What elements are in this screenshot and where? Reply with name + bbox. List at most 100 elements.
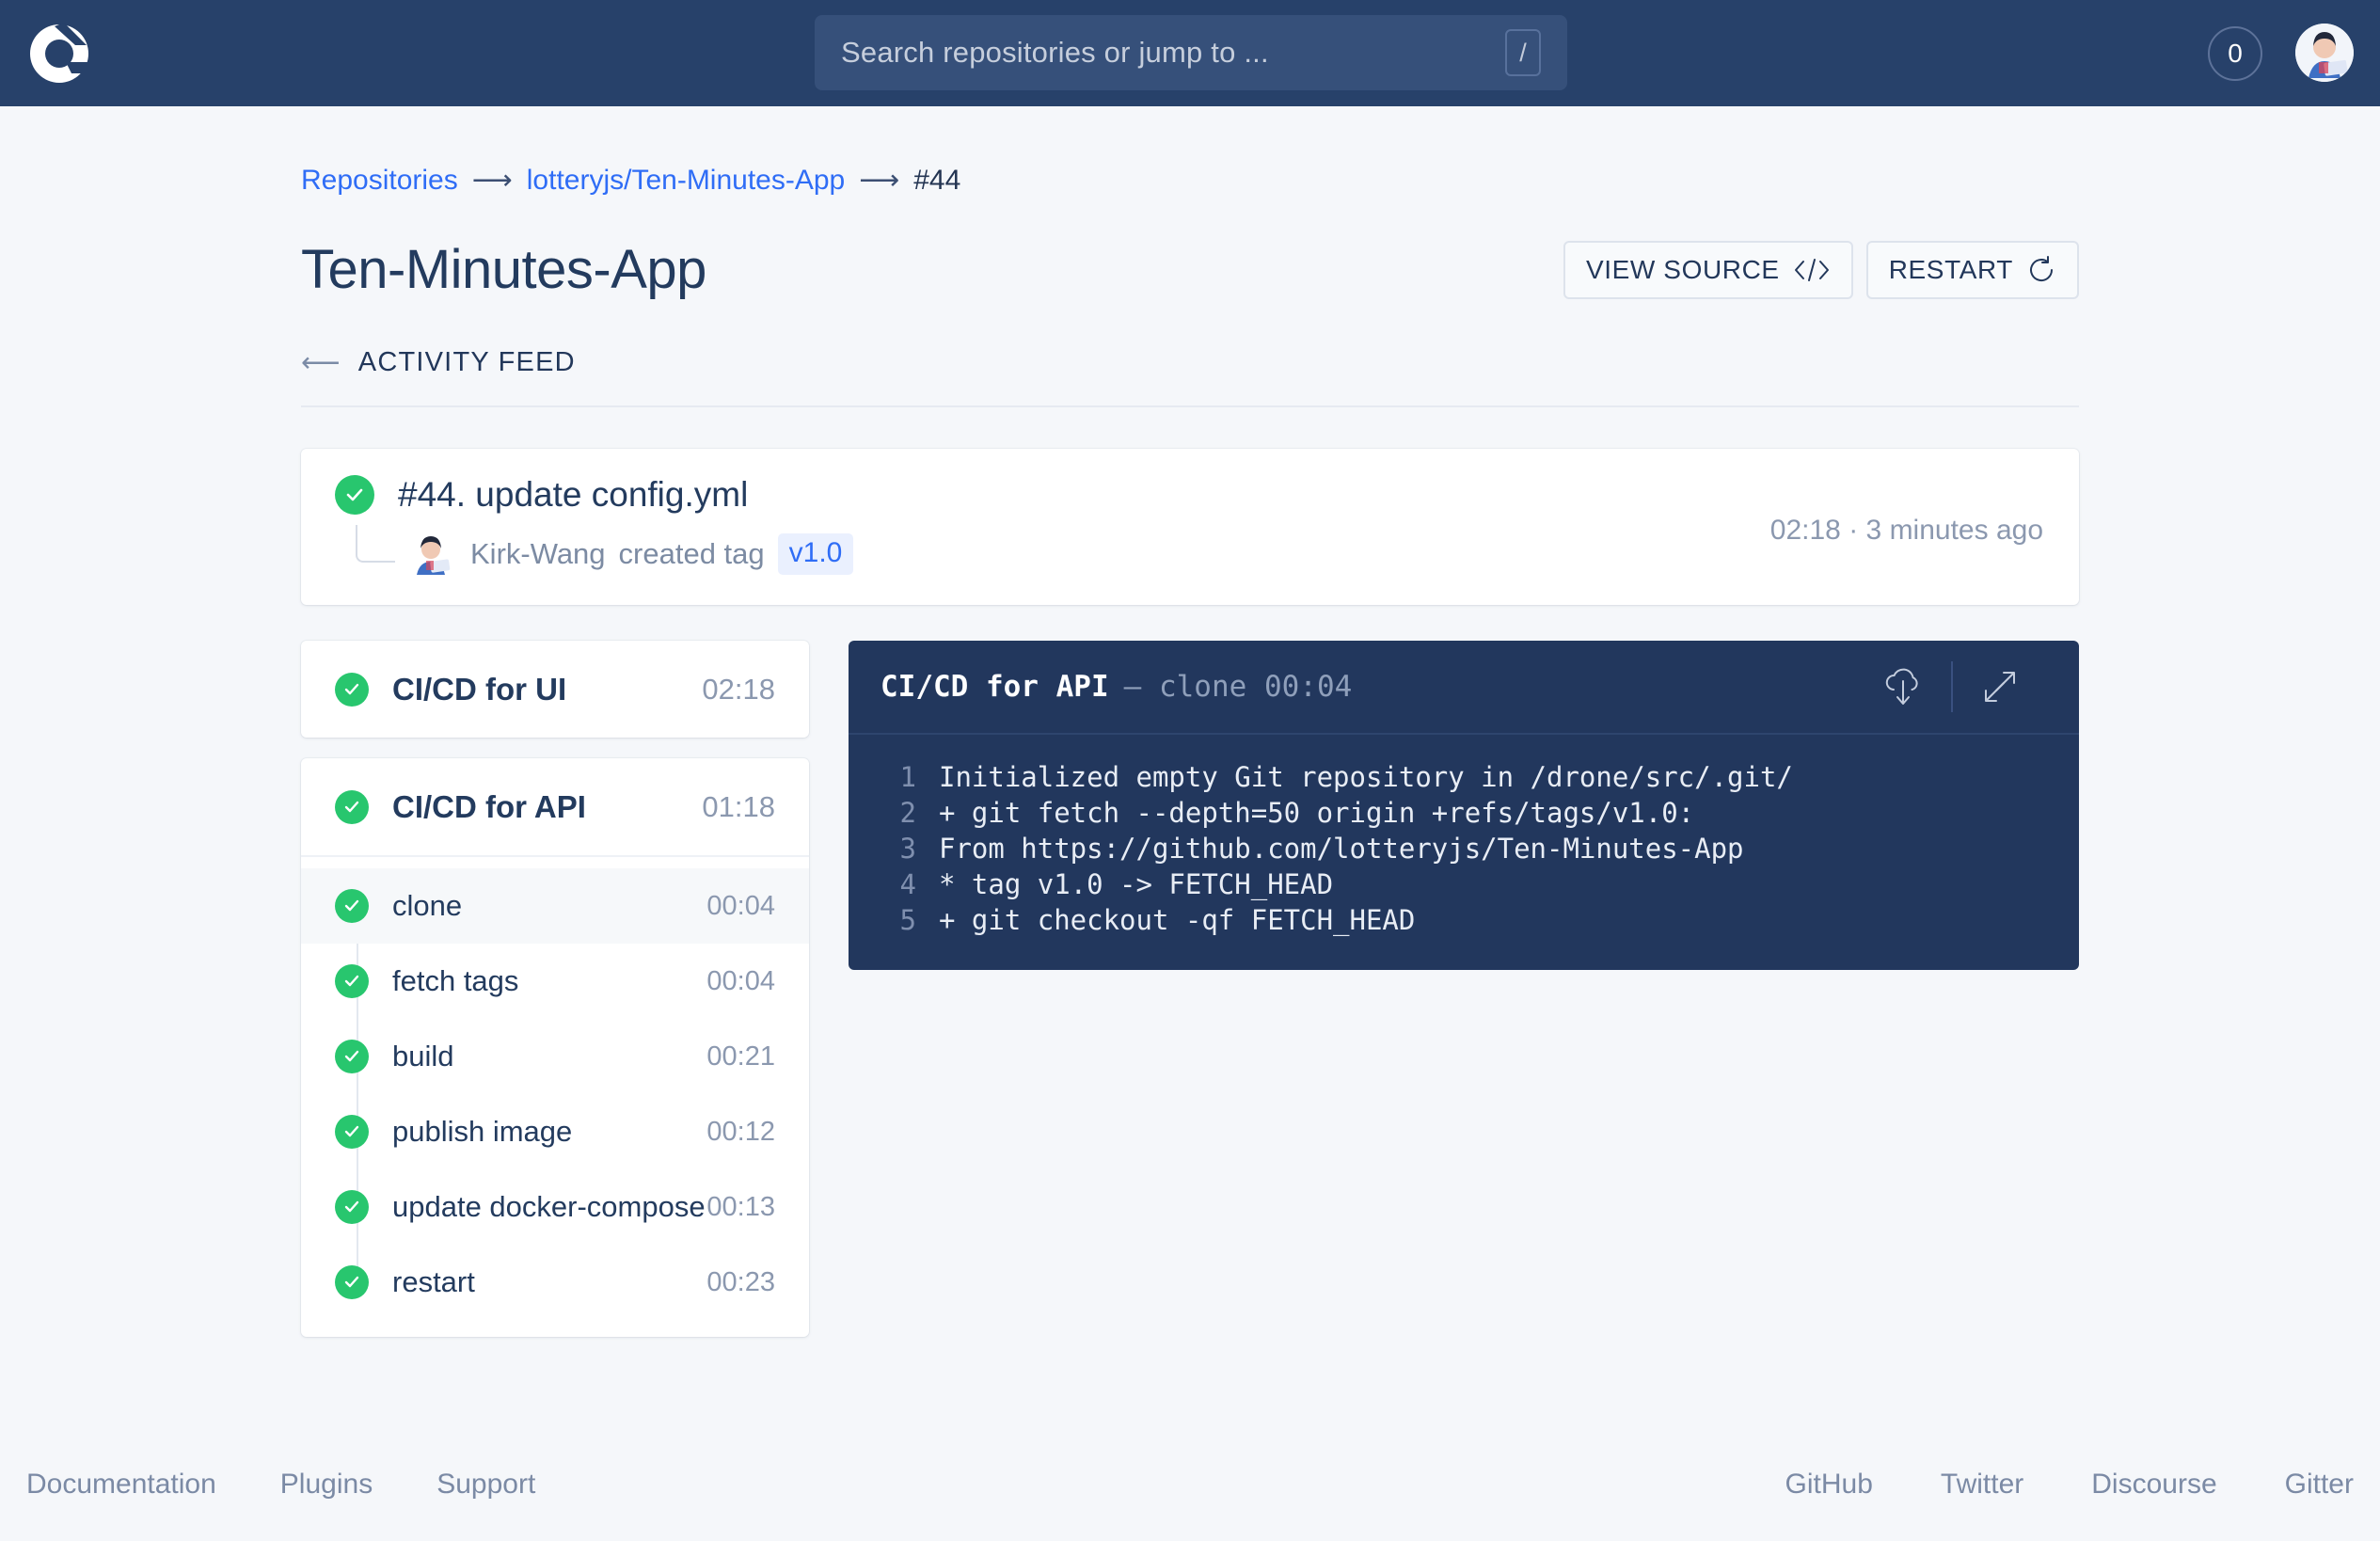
build-status-success-icon: [335, 475, 374, 515]
page-footer: Documentation Plugins Support GitHub Twi…: [0, 1428, 2380, 1541]
view-source-button[interactable]: VIEW SOURCE: [1563, 241, 1853, 299]
build-tag-badge[interactable]: v1.0: [778, 533, 854, 575]
step-row-build[interactable]: build 00:21: [301, 1019, 809, 1094]
build-duration: 02:18: [1770, 515, 1841, 546]
step-row-publish-image[interactable]: publish image 00:12: [301, 1094, 809, 1169]
log-line: 5 + git checkout -qf FETCH_HEAD: [849, 904, 2079, 940]
build-summary-head: #44. update config.yml: [335, 475, 2045, 515]
notification-count-badge[interactable]: 0: [2208, 26, 2262, 81]
breadcrumb-separator-icon-2: ⟶: [859, 167, 899, 195]
breadcrumb-build-number: #44: [913, 165, 960, 197]
breadcrumb: Repositories ⟶ lotteryjs/Ten-Minutes-App…: [301, 165, 2079, 197]
log-line-text: * tag v1.0 -> FETCH_HEAD: [939, 868, 1333, 900]
step-list: clone 00:04 fetch tags 00:04: [301, 855, 809, 1337]
log-line-number: 3: [881, 833, 916, 865]
log-line-text: From https://github.com/lotteryjs/Ten-Mi…: [939, 833, 1744, 865]
stage-status-success-icon-2: [335, 790, 369, 824]
build-author-name: Kirk-Wang: [470, 537, 606, 571]
footer-link-gitter[interactable]: Gitter: [2285, 1469, 2354, 1501]
breadcrumb-repositories[interactable]: Repositories: [301, 165, 458, 197]
build-time-separator: ·: [1848, 515, 1858, 546]
footer-link-github[interactable]: GitHub: [1785, 1469, 1873, 1501]
build-action-text: created tag: [619, 537, 765, 571]
drone-logo-icon[interactable]: [26, 21, 92, 87]
footer-left-links: Documentation Plugins Support: [26, 1469, 599, 1501]
stage-row-1[interactable]: CI/CD for API 01:18: [301, 758, 809, 855]
step-name-5: restart: [392, 1265, 706, 1299]
log-panel: CI/CD for API – clone 00:04: [849, 641, 2079, 970]
step-row-update-docker-compose[interactable]: update docker-compose 00:13: [301, 1169, 809, 1245]
footer-link-documentation[interactable]: Documentation: [26, 1469, 216, 1501]
activity-feed-label: ACTIVITY FEED: [358, 347, 576, 378]
build-timestamp: 02:18 · 3 minutes ago: [1770, 515, 2043, 547]
stage-status-success-icon: [335, 673, 369, 707]
stage-time-0: 02:18: [702, 673, 775, 707]
stage-card-with-steps[interactable]: CI/CD for API 01:18 clone: [301, 758, 809, 1337]
build-author-text: Kirk-Wang created tag v1.0: [470, 533, 853, 575]
log-line: 3 From https://github.com/lotteryjs/Ten-…: [849, 833, 2079, 868]
drone-build-page: / 0 Repositories ⟶ lotteryjs/Ten-Minutes…: [0, 0, 2380, 1541]
stage-name-1: CI/CD for API: [392, 789, 702, 825]
log-output[interactable]: 1 Initialized empty Git repository in /d…: [849, 735, 2079, 970]
activity-feed-link[interactable]: ⟵ ACTIVITY FEED: [301, 346, 576, 379]
author-avatar: [408, 532, 453, 577]
page-actions: VIEW SOURCE RESTART: [1563, 241, 2079, 299]
log-line-text: + git checkout -qf FETCH_HEAD: [939, 904, 1415, 936]
log-line-number: 2: [881, 797, 916, 829]
step-time-1: 00:04: [706, 966, 775, 997]
step-status-success-icon-2: [335, 1040, 369, 1073]
restart-label: RESTART: [1889, 255, 2013, 285]
footer-link-twitter[interactable]: Twitter: [1941, 1469, 2023, 1501]
step-row-clone[interactable]: clone 00:04: [301, 868, 809, 944]
stage-name-0: CI/CD for UI: [392, 672, 702, 707]
step-name-0: clone: [392, 889, 706, 923]
build-summary-card[interactable]: #44. update config.yml K: [301, 449, 2079, 605]
step-time-0: 00:04: [706, 891, 775, 922]
user-avatar[interactable]: [2295, 24, 2354, 82]
restart-button[interactable]: RESTART: [1866, 241, 2079, 299]
step-name-4: update docker-compose: [392, 1190, 706, 1224]
search-bar[interactable]: /: [815, 15, 1567, 90]
footer-link-plugins[interactable]: Plugins: [280, 1469, 373, 1501]
step-status-success-icon-5: [335, 1265, 369, 1299]
log-line-text: + git fetch --depth=50 origin +refs/tags…: [939, 797, 1694, 829]
step-status-success-icon-4: [335, 1190, 369, 1224]
step-name-3: publish image: [392, 1115, 706, 1149]
page-header: Ten-Minutes-App VIEW SOURCE: [301, 238, 2079, 301]
cloud-download-icon[interactable]: [1855, 665, 1951, 708]
step-time-2: 00:21: [706, 1041, 775, 1072]
log-panel-header: CI/CD for API – clone 00:04: [849, 641, 2079, 735]
step-time-3: 00:12: [706, 1117, 775, 1148]
step-status-success-icon-0: [335, 889, 369, 923]
footer-link-support[interactable]: Support: [436, 1469, 535, 1501]
step-status-success-icon-1: [335, 964, 369, 998]
footer-link-discourse[interactable]: Discourse: [2091, 1469, 2216, 1501]
build-detail-area: CI/CD for UI 02:18 CI/CD for: [301, 641, 2079, 1358]
back-arrow-icon: ⟵: [301, 346, 341, 379]
build-relative-time: 3 minutes ago: [1866, 515, 2043, 546]
page-title: Ten-Minutes-App: [301, 238, 706, 301]
step-row-fetch-tags[interactable]: fetch tags 00:04: [301, 944, 809, 1019]
log-line-number: 1: [881, 761, 916, 793]
header-divider: [301, 405, 2079, 407]
expand-icon[interactable]: [1953, 668, 2047, 706]
breadcrumb-repo[interactable]: lotteryjs/Ten-Minutes-App: [527, 165, 845, 197]
step-time-4: 00:13: [706, 1192, 775, 1223]
view-source-label: VIEW SOURCE: [1586, 255, 1780, 285]
step-row-restart[interactable]: restart 00:23: [301, 1245, 809, 1320]
breadcrumb-separator-icon: ⟶: [472, 167, 513, 195]
step-name-1: fetch tags: [392, 964, 706, 998]
tree-connector-icon: [356, 525, 395, 563]
stage-row-0[interactable]: CI/CD for UI 02:18: [301, 641, 809, 738]
log-line: 4 * tag v1.0 -> FETCH_HEAD: [849, 868, 2079, 904]
main-content: Repositories ⟶ lotteryjs/Ten-Minutes-App…: [0, 106, 2380, 1541]
code-brackets-icon: [1793, 257, 1831, 283]
log-line: 1 Initialized empty Git repository in /d…: [849, 761, 2079, 797]
step-status-success-icon-3: [335, 1115, 369, 1149]
log-line-text: Initialized empty Git repository in /dro…: [939, 761, 1793, 793]
stage-time-1: 01:18: [702, 790, 775, 824]
log-line-number: 5: [881, 904, 916, 936]
stage-card[interactable]: CI/CD for UI 02:18: [301, 641, 809, 738]
stage-list: CI/CD for UI 02:18 CI/CD for: [301, 641, 809, 1358]
search-input[interactable]: [841, 36, 1505, 70]
